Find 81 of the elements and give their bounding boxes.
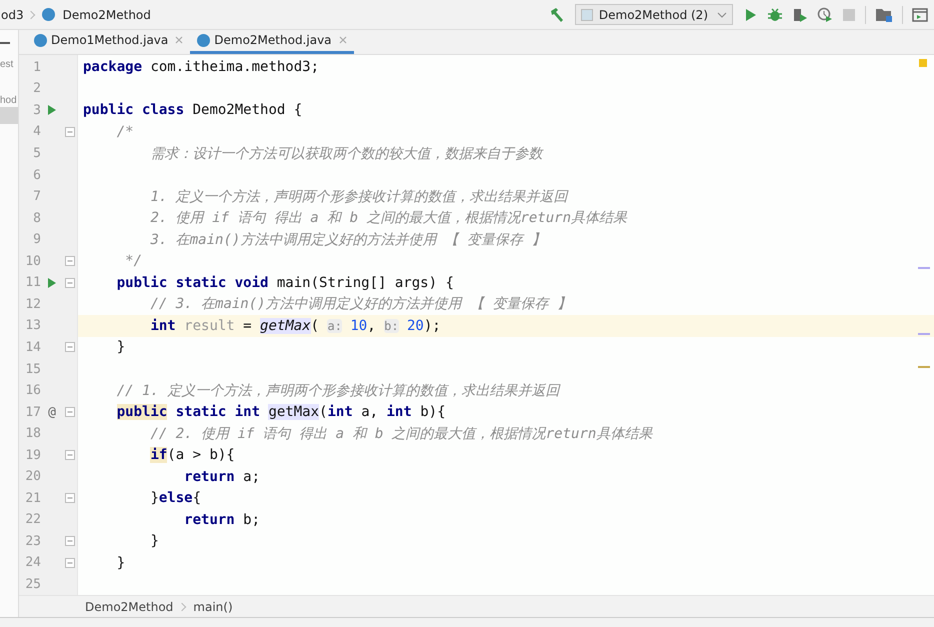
fold-icon[interactable] [65,256,75,266]
breadcrumb-item[interactable]: main() [193,600,233,614]
code-line: 2. 使用 if 语句 得出 a 和 b 之间的最大值，根据情况return具体结果 [150,209,628,228]
line-number: 7 [32,189,41,204]
code-line: // 3. 在main()方法中调用定义好的方法并使用 【 变量保存 】 [150,295,571,314]
warning-marker[interactable] [919,58,927,67]
line-number: 3 [32,102,41,118]
scrollbar-marker[interactable] [918,332,930,335]
line-number: 15 [24,362,41,376]
code-line: 3. 在main()方法中调用定义好的方法并使用 【 变量保存 】 [150,230,546,249]
line-number: 25 [24,576,41,592]
code-line: int result = getMax( a: 10, b: 20); [150,318,441,334]
code-line: public static void main(String[] args) { [116,274,454,291]
caret-icon [717,12,727,18]
bug-icon[interactable] [767,6,783,22]
code-line: 需求：设计一个方法可以获取两个数的较大值，数据来自于参数 [150,144,542,163]
coverage-icon[interactable] [792,6,808,22]
window-icon[interactable] [912,8,928,22]
run-icon[interactable] [47,276,57,289]
line-number: 24 [24,555,41,570]
line-number: 23 [24,534,41,549]
fold-icon[interactable] [65,450,75,460]
code-line: } [116,554,126,571]
line-number: 22 [24,512,41,528]
code-line: }else{ [150,490,202,506]
close-icon[interactable] [338,36,347,44]
line-number: 16 [24,383,41,398]
code-line: } [150,533,159,550]
code-line: */ [125,253,142,270]
code-line: } [116,339,126,356]
line-number: 2 [32,81,41,96]
line-number: 14 [24,340,41,355]
code-line: public class Demo2Method { [83,102,302,118]
line-number: 6 [32,168,41,183]
nav-crumb[interactable]: Demo2Method [42,8,151,22]
line-number: 17 [24,404,41,420]
fold-icon[interactable] [65,278,75,288]
line-number: 20 [24,469,41,484]
code-line: // 2. 使用 if 语句 得出 a 和 b 之间的最大值，根据情况return具体结果 [150,424,652,443]
line-number: 12 [24,296,41,312]
fold-icon[interactable] [65,536,75,546]
stop-icon[interactable] [842,8,856,22]
line-number: 13 [24,318,41,334]
editor-tab[interactable]: Demo1Method.java [27,30,190,54]
run-configuration-dropdown[interactable]: Demo2Method (2) [574,4,733,25]
code-line: return b; [184,512,260,528]
fold-icon[interactable] [65,126,75,137]
line-number: 9 [32,232,41,248]
line-number: 10 [24,254,41,269]
code-line: // 1. 定义一个方法，声明两个形参接收计算的数值，求出结果并返回 [116,382,560,400]
fold-icon[interactable] [65,407,75,418]
code-line: if(a > b){ [150,447,235,464]
fold-icon[interactable] [65,342,75,352]
line-number: 8 [32,210,41,226]
code-line: return a; [184,468,260,485]
profiler-icon[interactable] [817,6,833,22]
code-line: /* [116,124,134,140]
line-number: 18 [24,426,41,442]
code-line: package com.itheima.method3; [83,59,320,76]
scrollbar-marker[interactable] [918,266,930,269]
class-icon [42,8,55,21]
code-line: public static int getMax(int a, int b){ [116,404,446,420]
folder-icon[interactable] [875,6,893,22]
line-number: 1 [32,60,41,75]
line-number: 4 [32,124,41,140]
fold-icon[interactable] [65,558,75,568]
line-number: 11 [24,275,41,290]
scrollbar-marker[interactable] [918,366,930,368]
minimize-icon[interactable] [0,42,10,44]
override-marker[interactable]: @ [48,404,56,420]
line-number: 5 [32,146,41,162]
class-icon [197,34,210,47]
fold-icon[interactable] [65,493,75,504]
breadcrumb-item[interactable]: Demo2Method [85,600,174,614]
close-icon[interactable] [175,36,184,44]
nav-crumb[interactable]: od3 [1,8,24,22]
line-number: 21 [24,490,41,506]
line-number: 19 [24,448,41,463]
code-line: 1. 定义一个方法，声明两个形参接收计算的数值，求出结果并返回 [150,188,568,206]
run-icon[interactable] [47,104,57,116]
class-icon [34,34,47,47]
